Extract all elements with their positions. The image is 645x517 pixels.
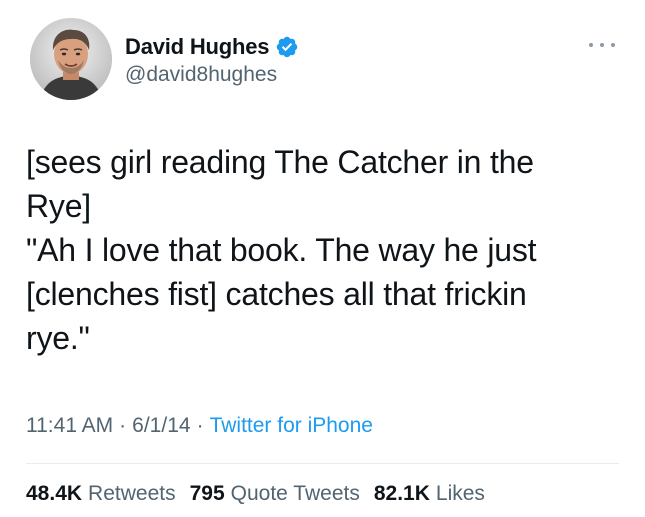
- author-block: David Hughes @david8hughes: [125, 33, 299, 87]
- more-dot: [589, 43, 593, 47]
- author-name[interactable]: David Hughes: [125, 34, 269, 60]
- divider: [26, 463, 619, 464]
- likes-label: Likes: [435, 482, 485, 505]
- likes-stat[interactable]: 82.1K Likes: [374, 482, 485, 506]
- likes-count: 82.1K: [373, 482, 430, 505]
- quotes-count: 795: [189, 482, 225, 505]
- tweet-source-link[interactable]: Twitter for iPhone: [210, 414, 373, 438]
- quotes-label: Quote Tweets: [230, 482, 360, 505]
- tweet-stats: 48.4K Retweets 795 Quote Tweets 82.1K Li…: [26, 482, 499, 506]
- tweet-card: David Hughes @david8hughes [sees girl re…: [0, 0, 645, 517]
- quotes-stat[interactable]: 795 Quote Tweets: [190, 482, 360, 506]
- tweet-time[interactable]: 11:41 AM: [26, 414, 113, 438]
- tweet-date[interactable]: 6/1/14: [132, 414, 190, 438]
- tweet-text: [sees girl reading The Catcher in the Ry…: [26, 144, 537, 356]
- retweets-count: 48.4K: [26, 482, 83, 505]
- tweet-meta: 11:41 AM · 6/1/14 · Twitter for iPhone: [26, 414, 373, 438]
- retweets-stat[interactable]: 48.4K Retweets: [26, 482, 176, 506]
- retweets-label: Retweets: [88, 482, 176, 505]
- more-options-icon[interactable]: [589, 38, 615, 52]
- avatar[interactable]: [30, 18, 112, 100]
- meta-separator: ·: [119, 414, 127, 437]
- meta-separator: ·: [196, 414, 204, 437]
- author-handle[interactable]: @david8hughes: [125, 63, 299, 87]
- more-dot: [611, 43, 615, 47]
- verified-badge-icon: [277, 36, 298, 58]
- avatar-illustration: [30, 18, 112, 100]
- author-name-row: David Hughes: [125, 33, 299, 61]
- more-dot: [600, 43, 604, 47]
